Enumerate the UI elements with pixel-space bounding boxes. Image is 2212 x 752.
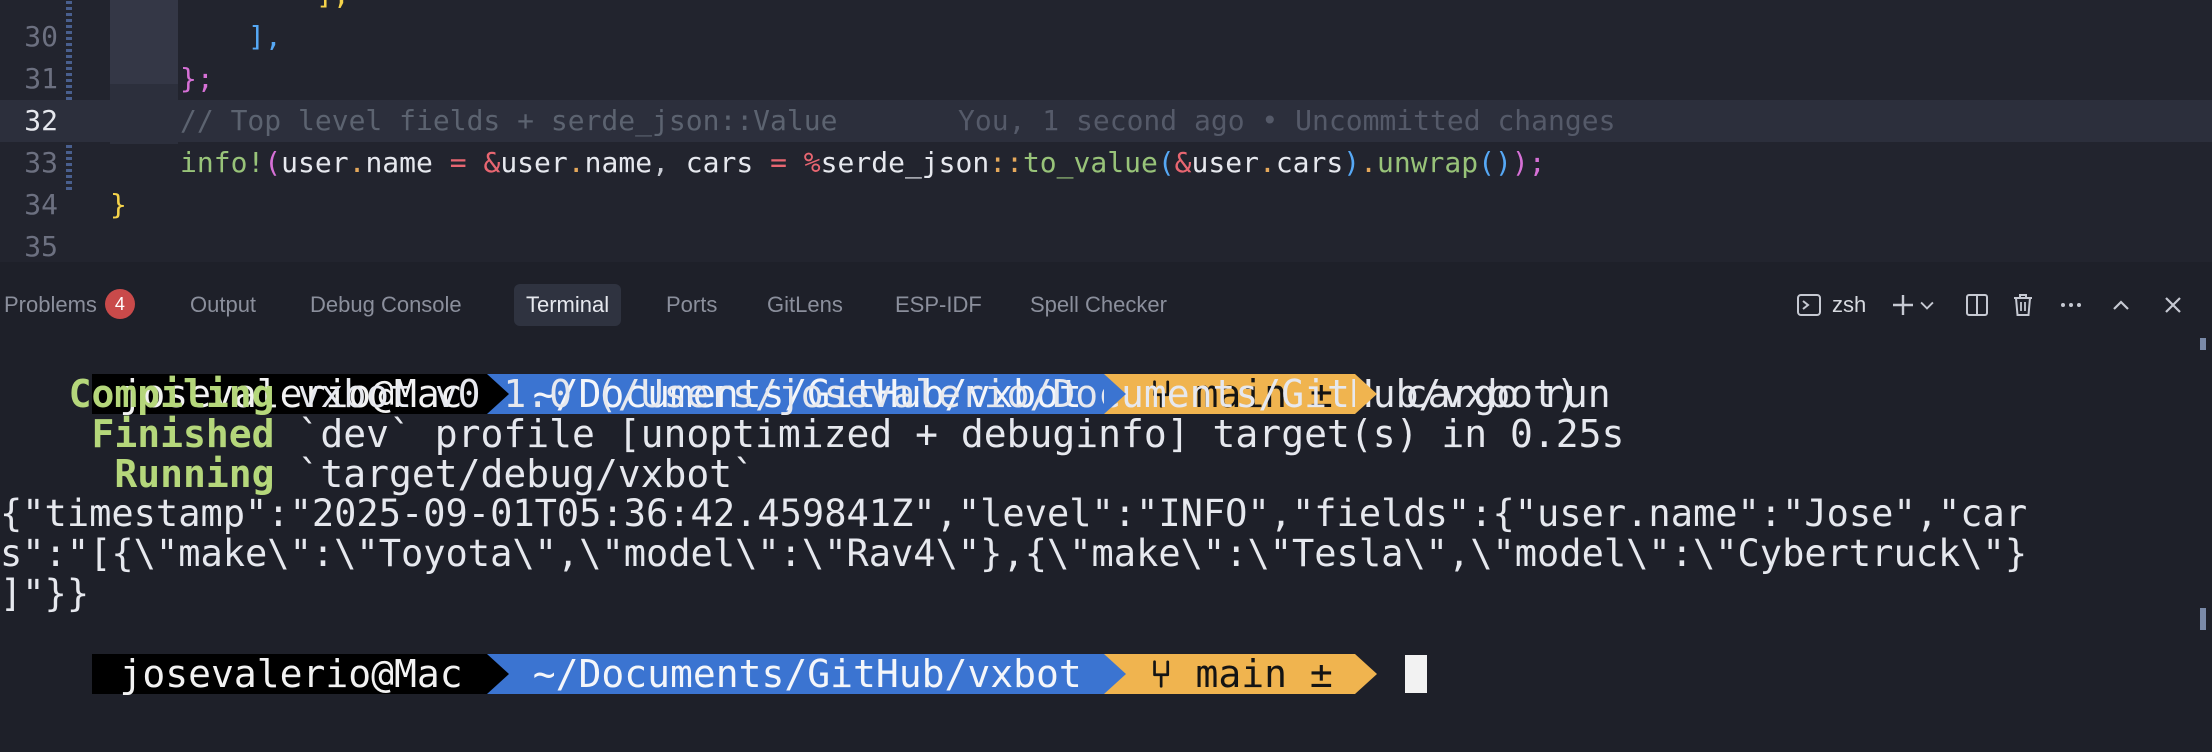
tab-label: Problems <box>4 292 97 317</box>
terminal-output[interactable]: josevalerio@Mac ~/Documents/GitHub/vxbot ⑂… <box>0 330 2212 752</box>
scrollbar-marker <box>2200 338 2206 350</box>
terminal-json-output: {"timestamp":"2025-09-01T05:36:42.459841… <box>0 492 2028 535</box>
tab-ports[interactable]: Ports <box>666 284 717 326</box>
code-line: 34 } <box>0 184 2212 226</box>
tab-gitlens[interactable]: GitLens <box>767 284 843 326</box>
more-icon[interactable] <box>2056 290 2086 320</box>
line-number: 33 <box>24 146 58 179</box>
panel-tab-bar: Problems 4 Output Debug Console Terminal … <box>0 282 2212 328</box>
tab-terminal[interactable]: Terminal <box>514 284 622 326</box>
code-text: }; <box>180 62 214 95</box>
code-line: 30 ], <box>0 16 2212 58</box>
code-editor[interactable]: ], 30 ], 31 }; 32 // Top level fields + … <box>0 0 2212 262</box>
chevron-up-icon[interactable] <box>2106 290 2136 320</box>
prompt-git-segment: ⑂ main ± <box>1103 652 1377 696</box>
terminal-output-line: Finished `dev` profile [unoptimized + de… <box>91 412 1625 456</box>
tab-spell-checker[interactable]: Spell Checker <box>1030 284 1167 326</box>
scrollbar-marker <box>2200 608 2206 630</box>
line-number: 31 <box>24 62 58 95</box>
terminal-cursor <box>1404 655 1427 693</box>
code-line: ], <box>0 0 2212 16</box>
terminal-prompt-line: josevalerio@Mac ~/Documents/GitHub/vxbot ⑂… <box>0 334 1611 414</box>
tab-output[interactable]: Output <box>190 284 256 326</box>
terminal-json-output: ]"}} <box>0 572 90 615</box>
code-comment: // Top level fields + serde_json::Value <box>180 104 838 137</box>
problems-count-badge: 4 <box>104 289 135 320</box>
code-line: 35 <box>0 226 2212 262</box>
plus-icon[interactable] <box>1888 290 1918 320</box>
terminal-icon[interactable] <box>1794 290 1824 320</box>
terminal-prompt-line: josevalerio@Mac ~/Documents/GitHub/vxbot ⑂… <box>0 614 1427 694</box>
line-number: 32 <box>24 104 58 137</box>
line-number: 35 <box>24 230 58 262</box>
tab-esp-idf[interactable]: ESP-IDF <box>895 284 982 326</box>
line-number: 34 <box>24 188 58 221</box>
trash-icon[interactable] <box>2008 290 2038 320</box>
code-text: } <box>110 188 127 221</box>
code-text: info!(user.name = &user.name, cars = %se… <box>180 146 1546 179</box>
terminal-output-line: Compiling vxbot v0.1.0 (/Users/josevaler… <box>68 372 1579 416</box>
tab-problems[interactable]: Problems 4 <box>4 284 135 326</box>
git-blame-annotation[interactable]: You, 1 second ago • Uncommitted changes <box>958 100 1615 142</box>
code-line: 33 info!(user.name = &user.name, cars = … <box>0 142 2212 184</box>
prompt-user-segment: josevalerio@Mac <box>91 654 509 694</box>
close-icon[interactable] <box>2158 290 2188 320</box>
cargo-status: Running <box>114 452 275 496</box>
code-line: 31 }; <box>0 58 2212 100</box>
split-icon[interactable] <box>1962 290 1992 320</box>
cargo-status: Finished <box>91 412 275 456</box>
prompt-path-segment: ~/Documents/GitHub/vxbot <box>486 654 1126 694</box>
shell-name-label[interactable]: zsh <box>1832 284 1866 326</box>
terminal-json-output: s":"[{\"make\":\"Toyota\",\"model\":\"Ra… <box>0 532 2028 575</box>
git-branch-icon: ⑂ <box>1149 652 1173 696</box>
line-number: 30 <box>24 20 58 53</box>
cargo-status: Compiling <box>68 372 275 416</box>
code-text: ], <box>248 20 282 53</box>
tab-debug-console[interactable]: Debug Console <box>310 284 462 326</box>
code-line-current: 32 // Top level fields + serde_json::Val… <box>0 100 2212 142</box>
chevron-down-icon[interactable] <box>1916 290 1938 320</box>
terminal-output-line: Running `target/debug/vxbot` <box>114 452 755 496</box>
